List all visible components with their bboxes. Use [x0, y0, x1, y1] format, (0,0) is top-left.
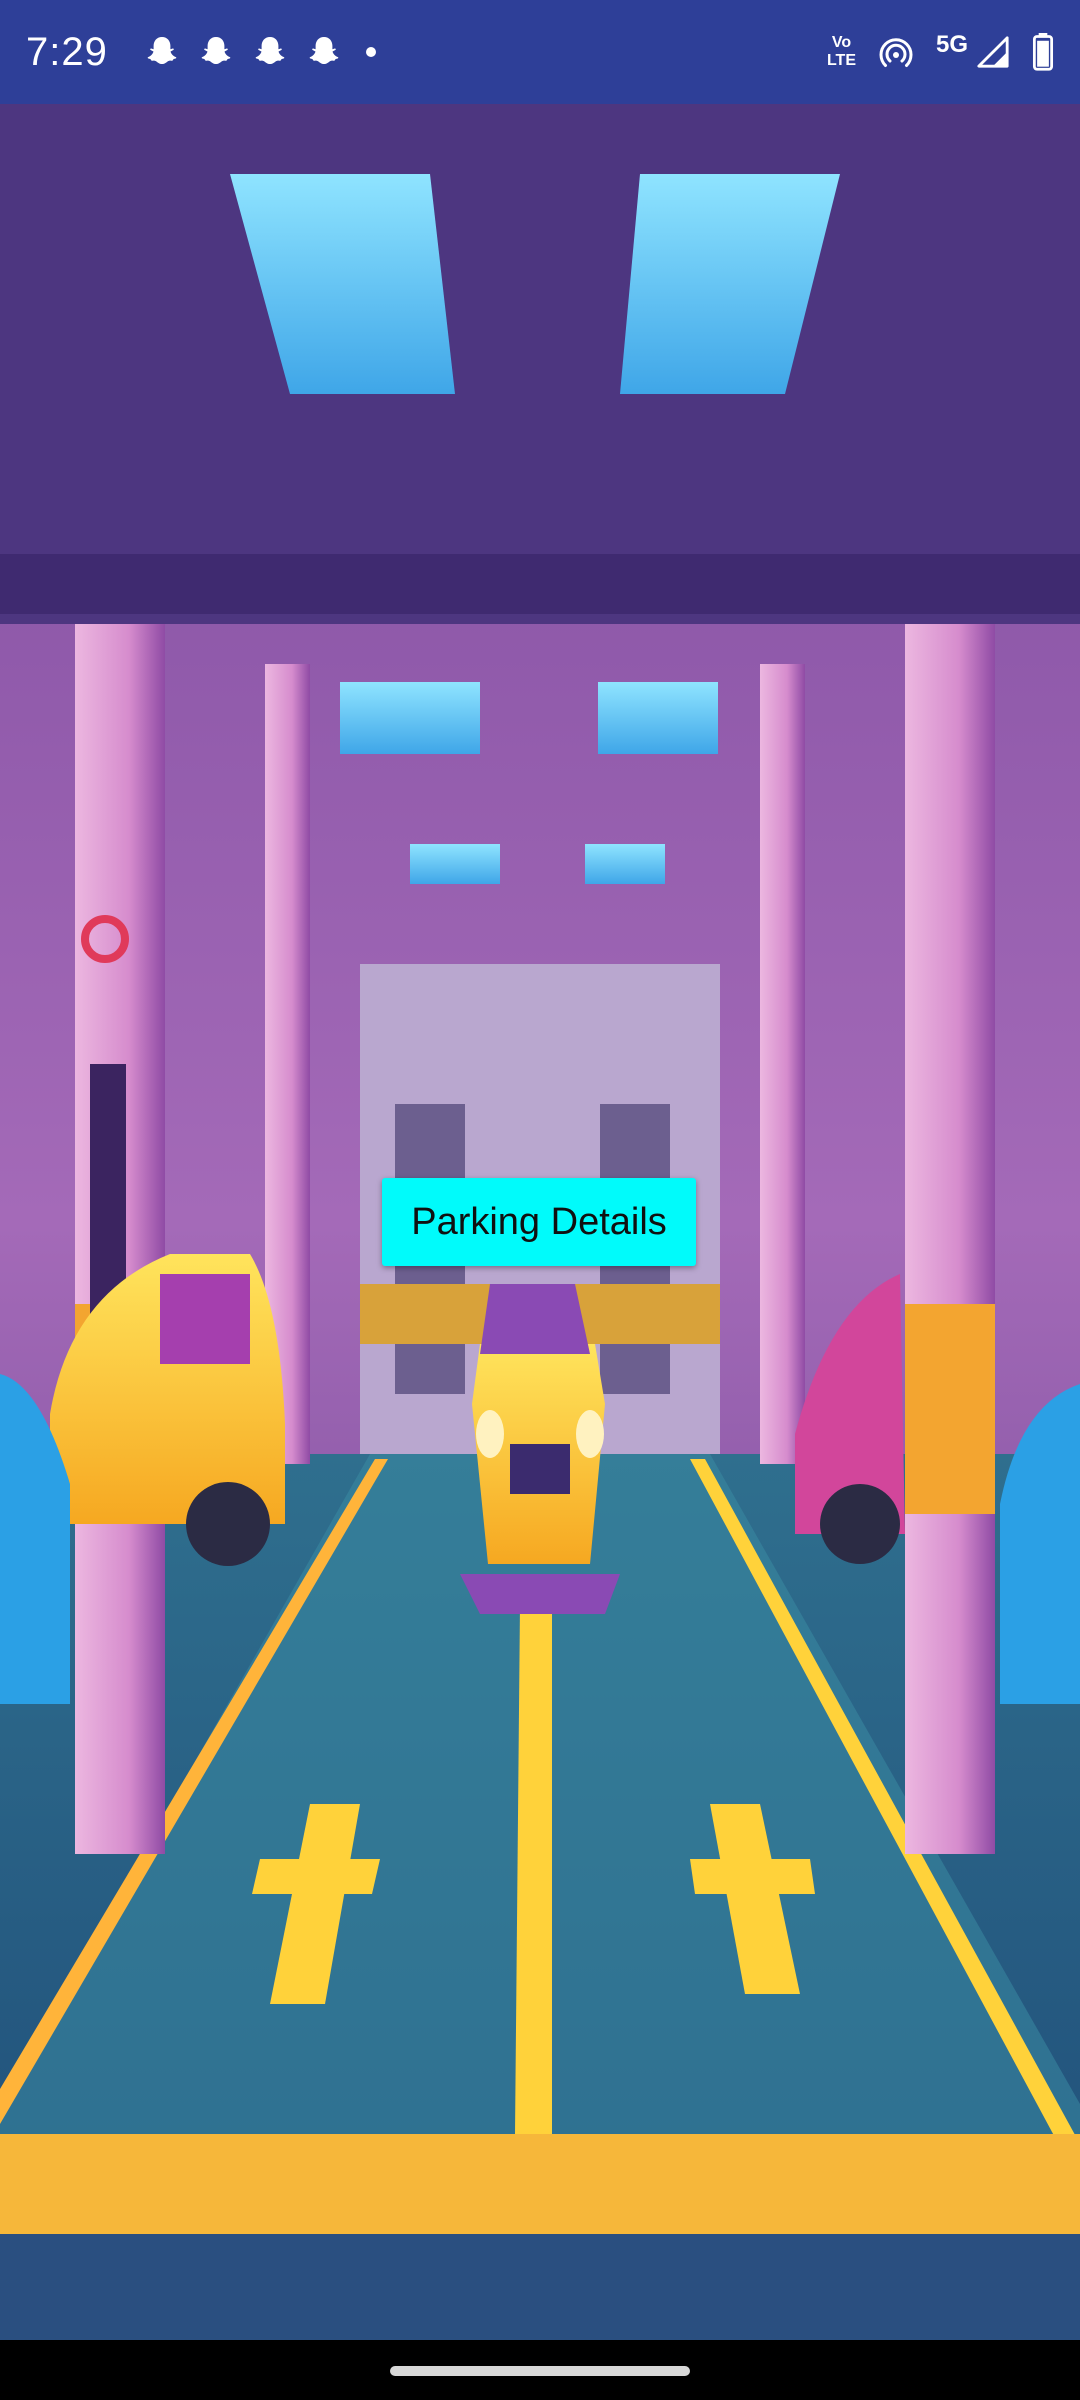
pillar [760, 664, 805, 1464]
floor-bottom [0, 2234, 1080, 2340]
hotspot-icon [879, 38, 913, 67]
floor-band [0, 2134, 1080, 2234]
ceiling [0, 104, 1080, 624]
signal-icon [977, 36, 1009, 68]
snapchat-icon [309, 37, 339, 64]
snapchat-icon [147, 37, 177, 64]
gesture-handle-icon[interactable] [390, 2366, 690, 2376]
status-bar: 7:29 Vo LTE 5G [0, 0, 1080, 104]
center-line [515, 1604, 552, 2134]
volte-line-1: Vo [831, 34, 852, 51]
ceiling-light [410, 844, 500, 884]
status-time: 7:29 [26, 29, 108, 74]
pillar-sign [90, 1064, 126, 1314]
snapchat-icon [255, 37, 285, 64]
battery-icon [1032, 33, 1054, 71]
pillar-band [905, 1304, 995, 1514]
status-right-icons: Vo LTE 5G [827, 31, 1054, 71]
parking-details-button[interactable]: Parking Details [382, 1178, 696, 1266]
pillar [905, 624, 995, 1854]
volte-icon: Vo LTE [827, 34, 856, 70]
ceiling-beam [0, 554, 1080, 614]
ceiling-light [340, 682, 480, 754]
volte-line-2: LTE [826, 52, 856, 69]
notification-icons [144, 34, 376, 70]
snapchat-icon [201, 37, 231, 64]
more-notifications-dot-icon [365, 47, 376, 57]
floor-marking [252, 1859, 380, 1894]
ceiling-light [585, 844, 665, 884]
floor-marking [690, 1859, 815, 1894]
ceiling-light [598, 682, 718, 754]
network-type-label: 5G [935, 31, 968, 58]
